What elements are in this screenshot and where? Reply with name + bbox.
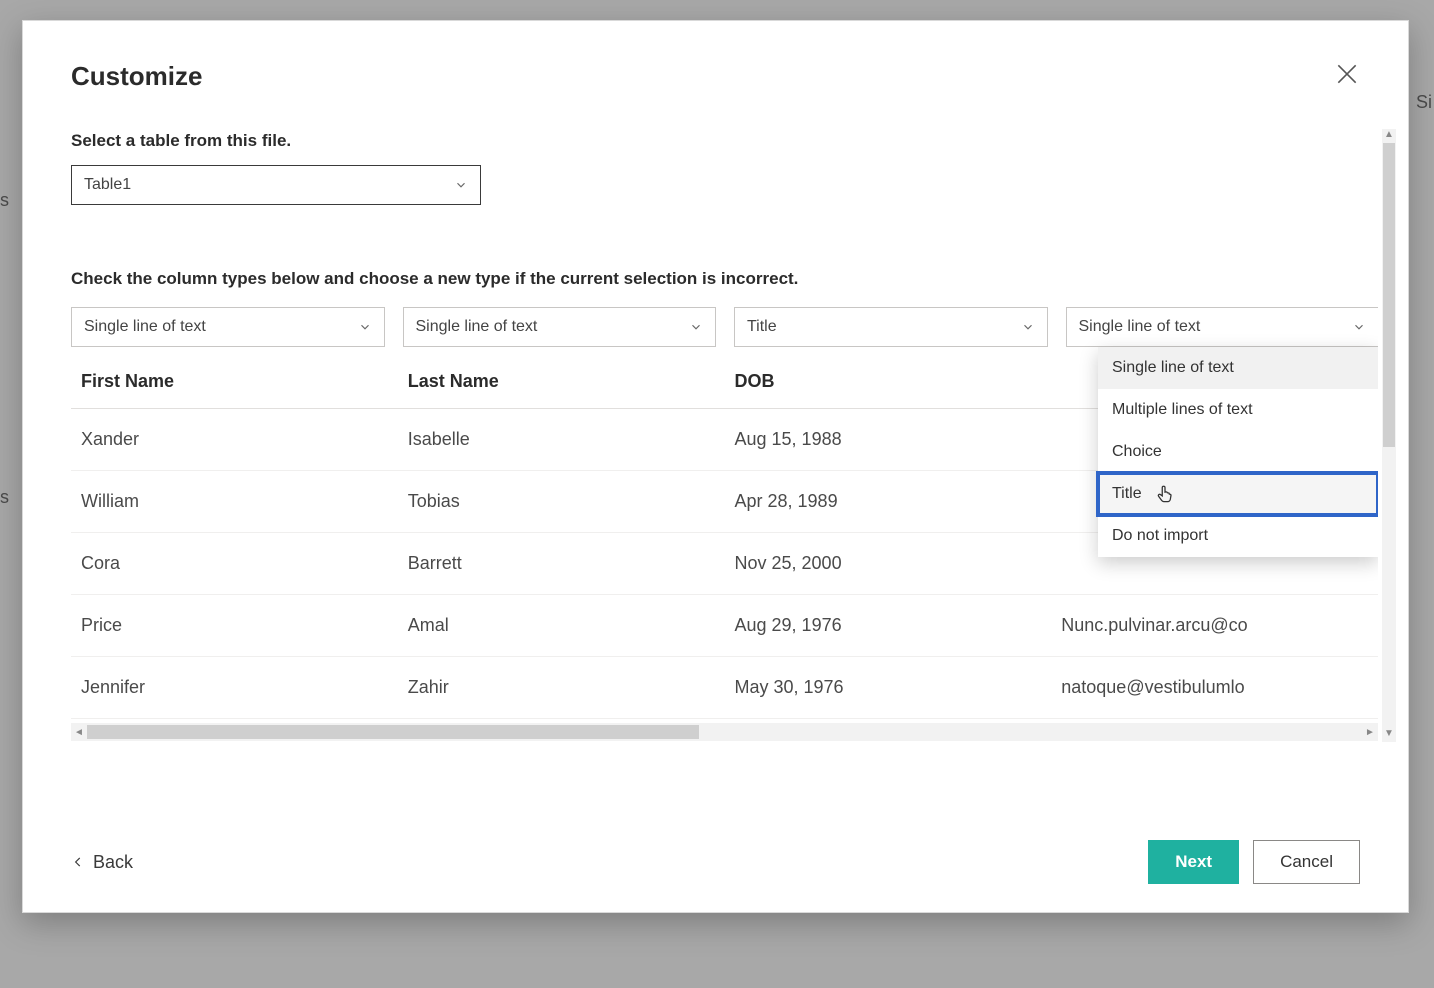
table-header: DOB (725, 353, 1052, 409)
background-text: s (0, 487, 9, 508)
table-select[interactable]: Table1 (71, 165, 481, 205)
column-types-label: Check the column types below and choose … (71, 269, 1378, 289)
cell-first-name: William (71, 471, 398, 533)
cell-email: Nunc.pulvinar.arcu@co (1051, 595, 1378, 657)
background-text: Si (1416, 92, 1432, 113)
cell-dob: Aug 29, 1976 (725, 595, 1052, 657)
cell-dob: May 30, 1976 (725, 657, 1052, 719)
scroll-up-arrow-icon[interactable]: ▲ (1384, 129, 1394, 143)
cell-dob: Nov 25, 2000 (725, 533, 1052, 595)
table-header: First Name (71, 353, 398, 409)
page-title: Customize (71, 61, 1360, 92)
cell-dob: Aug 15, 1988 (725, 409, 1052, 471)
dropdown-option-multiple-lines[interactable]: Multiple lines of text (1098, 389, 1378, 431)
cell-last-name: Zahir (398, 657, 725, 719)
scrollbar-track[interactable] (87, 723, 1362, 741)
column-type-select-2[interactable]: Single line of text (403, 307, 717, 347)
table-row: Price Amal Aug 29, 1976 Nunc.pulvinar.ar… (71, 595, 1378, 657)
cell-last-name: Barrett (398, 533, 725, 595)
scroll-left-arrow-icon[interactable]: ◄ (71, 724, 87, 740)
column-type-dropdown: Single line of text Multiple lines of te… (1098, 347, 1378, 557)
next-button[interactable]: Next (1148, 840, 1239, 884)
footer-actions: Next Cancel (1148, 840, 1360, 884)
cell-last-name: Isabelle (398, 409, 725, 471)
cancel-button[interactable]: Cancel (1253, 840, 1360, 884)
back-label: Back (93, 852, 133, 873)
column-types-row: Single line of text Single line of text … (71, 307, 1378, 347)
chevron-down-icon (358, 320, 372, 334)
modal-footer: Back Next Cancel (71, 840, 1360, 884)
dropdown-option-title[interactable]: Title (1098, 473, 1378, 515)
column-type-value: Single line of text (416, 318, 538, 336)
vertical-scrollbar[interactable]: ▲ ▼ (1382, 129, 1396, 742)
horizontal-scrollbar[interactable]: ◄ ► (71, 723, 1378, 741)
dropdown-option-single-line[interactable]: Single line of text (1098, 347, 1378, 389)
chevron-down-icon (454, 178, 468, 192)
scrollbar-track[interactable] (1382, 143, 1396, 728)
cell-dob: Apr 28, 1989 (725, 471, 1052, 533)
scroll-right-arrow-icon[interactable]: ► (1362, 724, 1378, 740)
column-type-select-1[interactable]: Single line of text (71, 307, 385, 347)
chevron-down-icon (689, 320, 703, 334)
cell-first-name: Xander (71, 409, 398, 471)
cell-first-name: Jennifer (71, 657, 398, 719)
cursor-hand-icon (1154, 483, 1176, 505)
column-type-select-3[interactable]: Title (734, 307, 1048, 347)
scrollbar-thumb[interactable] (87, 725, 699, 739)
chevron-down-icon (1021, 320, 1035, 334)
table-header: Last Name (398, 353, 725, 409)
close-icon (1334, 61, 1360, 87)
scrollbar-thumb[interactable] (1383, 143, 1395, 447)
cell-email: natoque@vestibulumlo (1051, 657, 1378, 719)
cell-first-name: Cora (71, 533, 398, 595)
cell-first-name: Price (71, 595, 398, 657)
column-type-select-4[interactable]: Single line of text (1066, 307, 1379, 347)
back-button[interactable]: Back (71, 852, 133, 873)
chevron-down-icon (1352, 320, 1366, 334)
chevron-left-icon (71, 855, 85, 869)
column-type-value: Title (747, 318, 777, 336)
table-select-value: Table1 (84, 176, 131, 194)
cell-last-name: Amal (398, 595, 725, 657)
background-text: s (0, 190, 9, 211)
dropdown-option-choice[interactable]: Choice (1098, 431, 1378, 473)
scroll-down-arrow-icon[interactable]: ▼ (1384, 728, 1394, 742)
column-type-value: Single line of text (84, 318, 206, 336)
close-button[interactable] (1334, 61, 1360, 87)
customize-modal: Customize Select a table from this file.… (22, 20, 1409, 913)
cell-last-name: Tobias (398, 471, 725, 533)
content-area: Select a table from this file. Table1 Ch… (71, 131, 1378, 802)
select-table-label: Select a table from this file. (71, 131, 1378, 151)
dropdown-option-do-not-import[interactable]: Do not import (1098, 515, 1378, 557)
dropdown-option-label: Title (1112, 485, 1142, 502)
table-row: Jennifer Zahir May 30, 1976 natoque@vest… (71, 657, 1378, 719)
column-type-value: Single line of text (1079, 318, 1201, 336)
